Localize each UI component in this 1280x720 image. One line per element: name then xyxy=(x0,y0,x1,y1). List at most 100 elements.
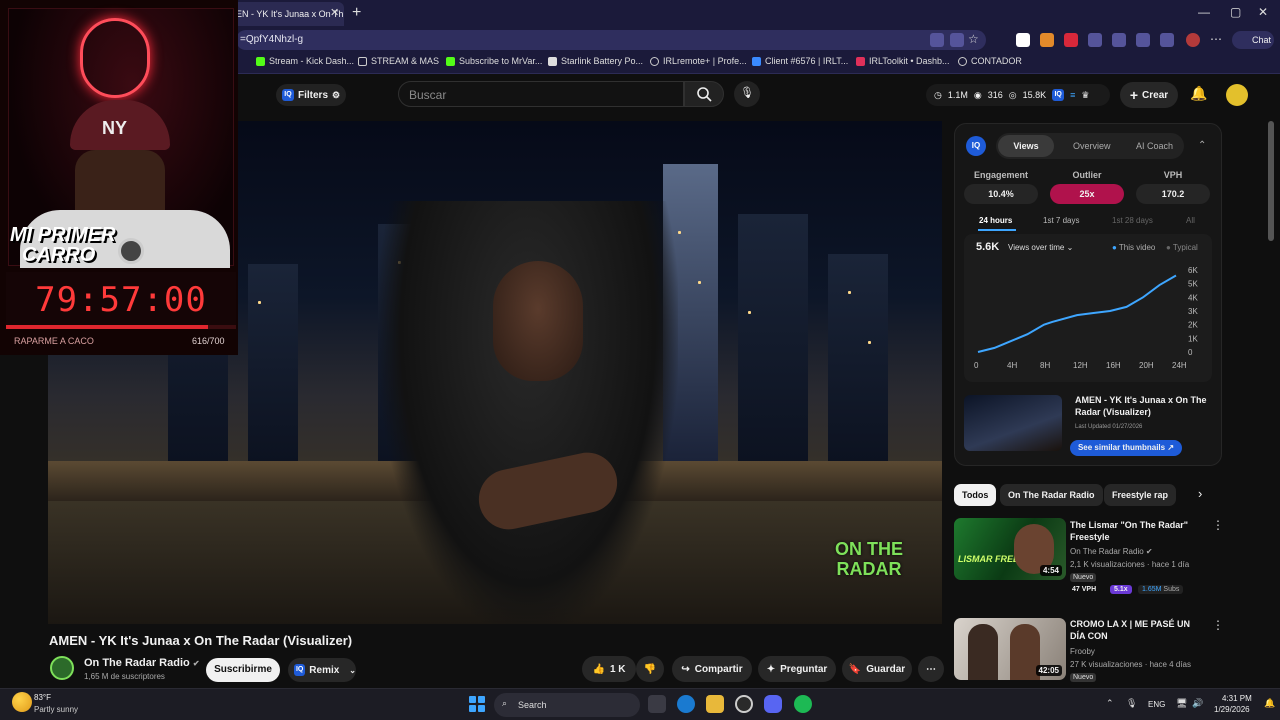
extension-icon[interactable] xyxy=(950,33,964,47)
ask-button[interactable]: ✦ Preguntar xyxy=(758,656,836,682)
range-7-days[interactable]: 1st 7 days xyxy=(1043,216,1079,225)
collapse-chevron-icon[interactable]: ⌃ xyxy=(1198,140,1206,151)
chevron-right-icon[interactable]: › xyxy=(1198,486,1202,501)
create-button[interactable]: + Crear xyxy=(1120,82,1178,108)
series-line-this-video xyxy=(977,274,1177,353)
copilot-chat-button[interactable]: Chat xyxy=(1232,31,1274,49)
bookmark[interactable]: IRLToolkit • Dashb... xyxy=(856,56,950,66)
chip-freestyle[interactable]: Freestyle rap xyxy=(1104,484,1177,506)
views-icon: ◎ xyxy=(1008,89,1017,100)
edge-browser-icon[interactable] xyxy=(677,695,695,713)
recommended-channel[interactable]: Frooby xyxy=(1070,647,1095,656)
verified-icon: ✔ xyxy=(192,659,200,668)
video-thumbnail[interactable] xyxy=(964,395,1062,451)
vidiq-stats-bar[interactable]: ◷ 1.1M ◉ 316 ◎ 15.8K IQ ≡ ♛ xyxy=(926,84,1110,106)
volume-icon[interactable]: 🔊 xyxy=(1192,698,1203,709)
tray-chevron-icon[interactable]: ⌃ xyxy=(1106,698,1114,709)
notification-center-icon[interactable]: 🔔 xyxy=(1264,698,1275,709)
bookmark[interactable]: STREAM & MAS xyxy=(358,56,439,66)
chip-channel[interactable]: On The Radar Radio xyxy=(1000,484,1103,506)
range-24-hours[interactable]: 24 hours xyxy=(979,216,1012,225)
account-avatar[interactable] xyxy=(1226,84,1248,106)
see-similar-thumbnails-button[interactable]: See similar thumbnails ↗ xyxy=(1070,440,1182,456)
bookmark-icon: 🔖 xyxy=(848,663,862,675)
favorites-icon[interactable] xyxy=(1160,33,1174,47)
vidiq-icon: IQ xyxy=(1052,89,1065,101)
extension-icon[interactable] xyxy=(930,33,944,47)
address-bar[interactable]: =QpfY4Nhzl-g xyxy=(236,30,986,50)
more-menu-icon[interactable]: ⋯ xyxy=(1210,32,1222,46)
favorite-star-icon[interactable]: ☆ xyxy=(968,32,979,46)
discord-icon[interactable] xyxy=(764,695,782,713)
y-tick-label: 2K xyxy=(1188,321,1198,330)
views-over-time-dropdown[interactable]: Views over time ⌄ xyxy=(1008,243,1073,252)
filters-button[interactable]: IQ Filters ⚙ xyxy=(276,84,346,106)
clock-date[interactable]: 1/29/2026 xyxy=(1214,705,1250,714)
extension-icon[interactable] xyxy=(1136,33,1150,47)
more-vert-icon[interactable]: ⋮ xyxy=(1212,618,1224,632)
channel-avatar[interactable] xyxy=(50,656,74,680)
maximize-icon[interactable]: ▢ xyxy=(1230,5,1241,19)
language-indicator[interactable]: ENG xyxy=(1148,700,1165,709)
search-button[interactable] xyxy=(684,81,724,107)
network-icon[interactable]: 🖥 xyxy=(1176,698,1187,709)
range-28-days[interactable]: 1st 28 days xyxy=(1112,216,1153,225)
extension-icon[interactable] xyxy=(1088,33,1102,47)
more-vert-icon[interactable]: ⋮ xyxy=(1212,518,1224,532)
share-button[interactable]: ↪ Compartir xyxy=(672,656,752,682)
legend-this-video: ● This video xyxy=(1112,243,1156,252)
weather-icon[interactable] xyxy=(12,692,32,712)
panel-video-title: AMEN - YK It's Junaa x On The Radar (Vis… xyxy=(1075,395,1207,417)
tab-ai-coach[interactable]: AI Coach xyxy=(1136,141,1173,151)
page-scrollbar[interactable] xyxy=(1268,121,1274,241)
microphone-tray-icon[interactable]: 🎙 xyxy=(1126,698,1137,709)
channel-name[interactable]: On The Radar Radio ✔ xyxy=(84,657,200,669)
recommended-title[interactable]: CROMO LA X | ME PASÉ UN DÍA CON xyxy=(1070,618,1202,642)
like-button[interactable]: 👍 1 K xyxy=(582,656,636,682)
range-all[interactable]: All xyxy=(1186,216,1195,225)
subscribe-button[interactable]: Suscribirme xyxy=(206,658,280,682)
more-actions-button[interactable]: ⋯ xyxy=(918,656,944,682)
stat-views: 1.1M xyxy=(947,90,968,100)
recommended-channel[interactable]: On The Radar Radio ✔ xyxy=(1070,547,1153,556)
extension-icon[interactable] xyxy=(1040,33,1054,47)
extension-icon[interactable] xyxy=(1112,33,1126,47)
extension-icon[interactable] xyxy=(1016,33,1030,47)
recommended-title[interactable]: The Lismar "On The Radar" Freestyle xyxy=(1070,519,1202,543)
recommended-thumbnail[interactable]: 42:05 xyxy=(954,618,1066,680)
profile-avatar[interactable] xyxy=(1186,33,1200,47)
bookmark[interactable]: Starlink Battery Po... xyxy=(548,56,643,66)
new-badge: Nuevo xyxy=(1070,573,1097,582)
taskbar-search[interactable]: ⌕ Search xyxy=(494,693,640,717)
dislike-button[interactable]: 👎 xyxy=(636,656,664,682)
remix-button[interactable]: IQ Remix ⌄ xyxy=(288,658,356,682)
bookmark[interactable]: Subscribe to MrVar... xyxy=(446,56,542,66)
tab-overview[interactable]: Overview xyxy=(1073,141,1111,151)
close-tab-icon[interactable]: ✕ xyxy=(330,6,339,19)
overlay-title-line2: CARRO xyxy=(22,244,96,266)
task-view-icon[interactable] xyxy=(648,695,666,713)
recommended-thumbnail[interactable]: LISMAR FREESTYLE 4:54 xyxy=(954,518,1066,580)
chip-todos[interactable]: Todos xyxy=(954,484,997,506)
search-input[interactable]: Buscar xyxy=(398,81,684,107)
notifications-bell-icon[interactable]: 🔔 xyxy=(1190,85,1207,102)
browser-tab[interactable]: EN - YK It's Junaa x On Th xyxy=(232,2,344,26)
file-explorer-icon[interactable] xyxy=(706,695,724,713)
thumbnail-person xyxy=(968,624,998,680)
bookmark[interactable]: CONTADOR xyxy=(958,56,1022,66)
spotify-icon[interactable] xyxy=(794,695,812,713)
new-tab-icon[interactable]: + xyxy=(352,4,361,22)
extension-icon[interactable] xyxy=(1064,33,1078,47)
minimize-icon[interactable]: — xyxy=(1198,5,1210,19)
obs-icon[interactable] xyxy=(735,695,753,713)
tab-views[interactable]: Views xyxy=(998,135,1054,157)
bookmark[interactable]: Stream - Kick Dash... xyxy=(256,56,354,66)
windows-start-icon[interactable] xyxy=(469,696,485,712)
clock-time[interactable]: 4:31 PM xyxy=(1222,694,1252,703)
save-button[interactable]: 🔖 Guardar xyxy=(842,656,912,682)
bookmark[interactable]: IRLremote+ | Profe... xyxy=(650,56,747,66)
x-tick-label: 8H xyxy=(1040,361,1050,370)
bookmark[interactable]: Client #6576 | IRLT... xyxy=(752,56,848,66)
microphone-icon[interactable]: 🎙 xyxy=(734,81,760,107)
close-window-icon[interactable]: ✕ xyxy=(1258,5,1268,19)
